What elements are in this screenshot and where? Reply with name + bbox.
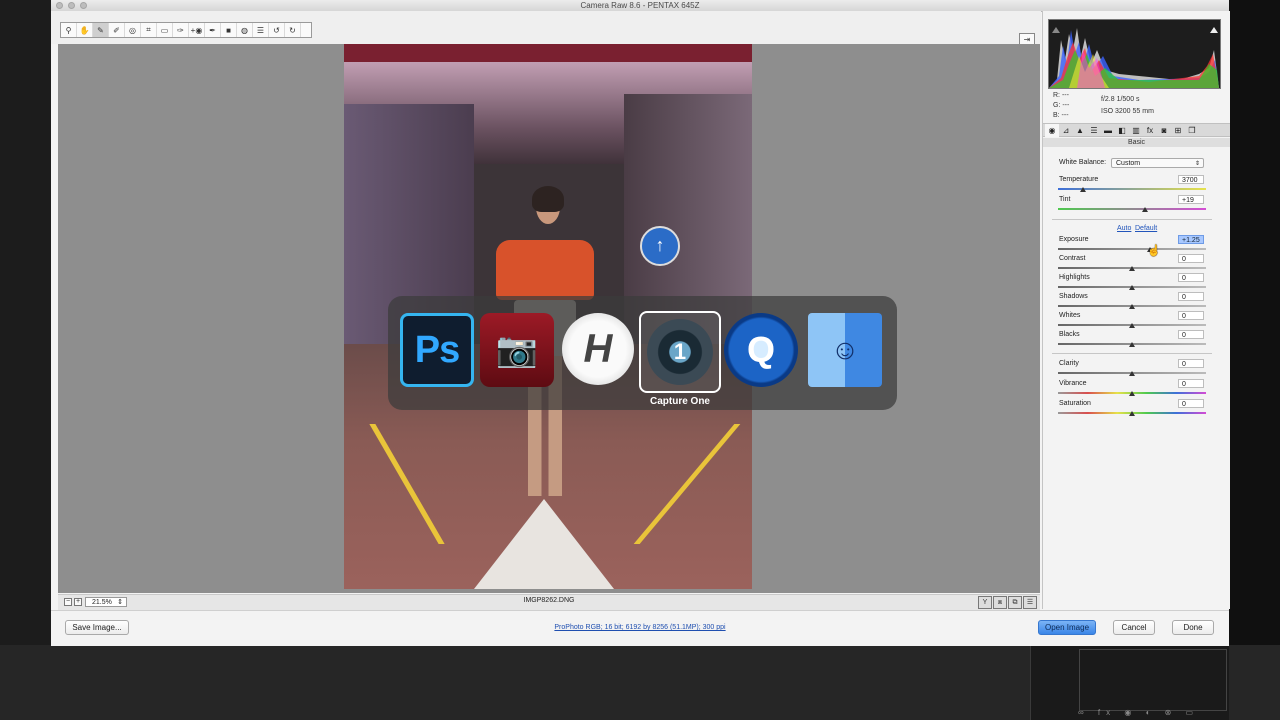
green-readout: G: --- xyxy=(1053,102,1070,109)
adjustment-panel: R: --- G: --- B: --- f/2.8 1/500 s ISO 3… xyxy=(1042,11,1230,609)
window-title: Camera Raw 8.6 - PENTAX 645Z xyxy=(580,1,700,10)
histogram-graph xyxy=(1049,28,1219,88)
graduated-filter-icon[interactable]: ■ xyxy=(221,23,237,37)
background-app-icons: ∞ fx ◉ ◐ ⊗ ▭ xyxy=(1078,708,1200,717)
photoshop-icon-label: Ps xyxy=(414,328,460,371)
filename-label: IMGP8262.DNG xyxy=(523,597,575,604)
photo-booth-app-icon[interactable]: 📷 xyxy=(480,313,554,387)
tool-strip: ⚲ ✋ ✎ ✐ ◎ ⌗ ▭ ✑ +◉ ✒ ■ ◍ ☰ ↺ ↻ xyxy=(60,22,312,38)
hand-icon[interactable]: ✋ xyxy=(77,23,93,37)
histogram xyxy=(1048,19,1221,89)
color-sampler-icon[interactable]: ✐ xyxy=(109,23,125,37)
aperture-shutter: f/2.8 1/500 s xyxy=(1101,96,1140,103)
radial-filter-icon[interactable]: ◍ xyxy=(237,23,253,37)
camera-settings-readout: f/2.8 1/500 s ISO 3200 55 mm xyxy=(1101,94,1154,118)
view-mode-buttons: Y ⧈ ⧉ ☰ xyxy=(978,596,1038,609)
zoom-icon[interactable]: ⚲ xyxy=(61,23,77,37)
bottom-bar: Save Image... ProPhoto RGB; 16 bit; 6192… xyxy=(51,610,1229,646)
panel-tab[interactable]: fx xyxy=(1143,124,1157,137)
blue-readout: B: --- xyxy=(1053,112,1069,119)
iso-focal-length: ISO 3200 55 mm xyxy=(1101,108,1154,115)
panel-tabs: ◉ ⊿ ▲ ☰ ▬ ◧ ▥ fx ◙ ⊞ ❐ xyxy=(1043,123,1230,137)
preview-status-bar: − + 21.5% ⇕ IMGP8262.DNG Y ⧈ ⧉ ☰ xyxy=(58,594,1040,610)
quicktime-app-icon[interactable]: Q xyxy=(724,313,798,387)
info-readout: R: --- G: --- B: --- f/2.8 1/500 s ISO 3… xyxy=(1053,91,1223,121)
panel-tab[interactable]: ⊞ xyxy=(1171,124,1185,137)
panel-tab[interactable]: ▬ xyxy=(1101,124,1115,137)
targeted-adjust-icon[interactable]: ◎ xyxy=(125,23,141,37)
straighten-icon[interactable]: ▭ xyxy=(157,23,173,37)
app-switcher-overlay: Ps 📷 H 1 Capture One Q ☺ xyxy=(388,296,897,410)
panel-tab[interactable]: ◉ xyxy=(1045,124,1059,137)
spot-removal-icon[interactable]: ✑ xyxy=(173,23,189,37)
view-mode-button[interactable]: ⧉ xyxy=(1008,596,1022,609)
photo-model-shirt xyxy=(496,240,594,300)
section-title: Basic xyxy=(1043,138,1230,147)
panel-tab[interactable]: ◧ xyxy=(1115,124,1129,137)
adjustment-brush-icon[interactable]: ✒ xyxy=(205,23,221,37)
capture-one-lens-icon: 1 xyxy=(647,319,713,385)
photo-traffic-sign: ↑ xyxy=(640,226,680,266)
capture-one-app-icon[interactable]: 1 xyxy=(639,311,721,393)
toolbar: ⚲ ✋ ✎ ✐ ◎ ⌗ ▭ ✑ +◉ ✒ ■ ◍ ☰ ↺ ↻ ⇥ xyxy=(51,11,1041,47)
hasselblad-icon-label: H xyxy=(583,326,613,371)
panel-tab[interactable]: ▲ xyxy=(1073,124,1087,137)
cancel-button[interactable]: Cancel xyxy=(1113,620,1155,635)
background-app-subpanel xyxy=(1079,649,1227,711)
photoshop-app-icon[interactable]: Ps xyxy=(400,313,474,387)
panel-tab[interactable]: ◙ xyxy=(1157,124,1171,137)
hasselblad-phocus-app-icon[interactable]: H xyxy=(562,313,634,385)
panel-tab[interactable]: ❐ xyxy=(1185,124,1199,137)
camera-icon: 📷 xyxy=(495,331,539,369)
open-image-button[interactable]: Open Image xyxy=(1038,620,1096,635)
quicktime-icon-label: Q xyxy=(746,329,775,370)
photo-neon-sign xyxy=(344,44,752,62)
red-eye-icon[interactable]: +◉ xyxy=(189,23,205,37)
panel-tab[interactable]: ☰ xyxy=(1087,124,1101,137)
rotate-cw-icon[interactable]: ↻ xyxy=(285,23,301,37)
preferences-icon[interactable]: ☰ xyxy=(253,23,269,37)
view-mode-button[interactable]: ⧈ xyxy=(993,596,1007,609)
shadow-clipping-warning-icon[interactable] xyxy=(1052,27,1060,33)
desktop-background xyxy=(1229,0,1280,720)
red-readout: R: --- xyxy=(1053,92,1069,99)
panel-tab[interactable]: ⊿ xyxy=(1059,124,1073,137)
view-mode-button[interactable]: Y xyxy=(978,596,992,609)
mouse-pointer-icon: ☝ xyxy=(1147,245,1161,257)
rotate-ccw-icon[interactable]: ↺ xyxy=(269,23,285,37)
white-balance-icon[interactable]: ✎ xyxy=(93,23,109,37)
view-mode-button[interactable]: ☰ xyxy=(1023,596,1037,609)
panel-tab[interactable]: ▥ xyxy=(1129,124,1143,137)
selected-app-label: Capture One xyxy=(649,396,710,407)
done-button[interactable]: Done xyxy=(1172,620,1214,635)
finder-face-icon: ☺ xyxy=(830,334,860,365)
crop-icon[interactable]: ⌗ xyxy=(141,23,157,37)
finder-app-icon[interactable]: ☺ xyxy=(808,313,882,387)
highlight-clipping-warning-icon[interactable] xyxy=(1210,27,1218,33)
photo-road-arrow xyxy=(474,499,614,589)
rgb-readout: R: --- G: --- B: --- xyxy=(1053,91,1069,121)
photo-model-hair xyxy=(532,186,564,212)
